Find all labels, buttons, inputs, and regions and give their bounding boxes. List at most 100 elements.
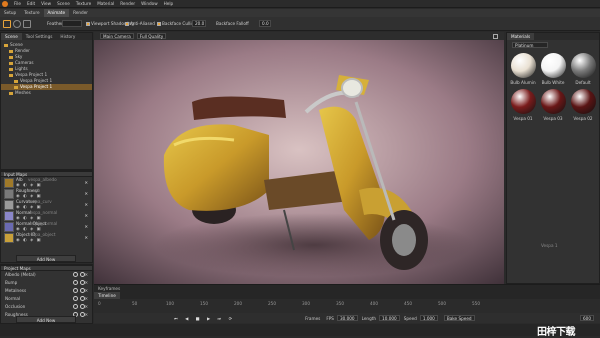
project-maps-add-button[interactable]: Add New xyxy=(16,316,76,323)
culling-value-field[interactable]: 20.0 xyxy=(192,20,206,27)
input-map-row[interactable]: Curvature vespa_curv ◉ ◐ ◈ ▣ ✕ xyxy=(1,199,92,210)
project-map-row[interactable]: Metalness ✕ xyxy=(1,287,92,295)
tab-history[interactable]: History xyxy=(56,33,79,40)
menu-edit[interactable]: Edit xyxy=(24,1,38,6)
folder-icon xyxy=(4,43,8,47)
input-maps-add-button[interactable]: Add New xyxy=(16,255,76,262)
tab-scene[interactable]: Scene xyxy=(1,33,22,40)
texture-thumbnail[interactable] xyxy=(4,232,14,243)
tab-keyframes[interactable]: Keyframes xyxy=(94,285,124,292)
remove-map-icon[interactable]: ✕ xyxy=(84,235,88,240)
material-swatch[interactable] xyxy=(541,89,566,114)
frame-field[interactable]: 600 xyxy=(580,315,594,321)
timeline-ruler[interactable]: 0 50 100 150 200 250 300 350 400 450 500 550 xyxy=(98,301,498,309)
texture-thumbnail[interactable] xyxy=(4,188,14,199)
menu-help[interactable]: Help xyxy=(161,1,177,6)
material-filter-dropdown[interactable]: Platinum xyxy=(512,42,548,48)
render-canvas[interactable] xyxy=(94,40,504,284)
tab-timeline[interactable]: Timeline xyxy=(94,292,120,299)
channel-icons[interactable]: ◉ ◐ ◈ ▣ xyxy=(16,204,41,209)
quality-dropdown[interactable]: Full Quality xyxy=(136,33,167,39)
menu-texture[interactable]: Texture xyxy=(73,1,94,6)
fps-field[interactable]: 30.000 xyxy=(336,315,358,321)
remove-map-icon[interactable]: ✕ xyxy=(84,295,88,303)
tab-texture[interactable]: Texture xyxy=(20,9,43,17)
channel-icons[interactable]: ◉ ◐ ◈ ▣ xyxy=(16,193,41,198)
material-swatch[interactable] xyxy=(571,89,596,114)
remove-map-icon[interactable]: ✕ xyxy=(84,311,88,319)
input-map-row[interactable]: Object ID vespa_object ◉ ◐ ◈ ▣ ✕ xyxy=(1,232,92,243)
scene-tree-label: Lights xyxy=(15,66,28,71)
bake-speed-button[interactable]: Bake Speed xyxy=(443,315,475,321)
menu-render[interactable]: Render xyxy=(117,1,138,6)
tab-setup[interactable]: Setup xyxy=(0,9,20,17)
remove-map-icon[interactable]: ✕ xyxy=(84,202,88,207)
project-map-row[interactable]: Bump ✕ xyxy=(1,279,92,287)
input-map-row[interactable]: Normal Object vespa_normal ◉ ◐ ◈ ▣ ✕ xyxy=(1,221,92,232)
tool-toolbar: Feather Viewport Shadowing Anti-Aliased … xyxy=(0,17,600,31)
visibility-icon[interactable] xyxy=(73,272,78,277)
channel-icons[interactable]: ◉ ◐ ◈ ▣ xyxy=(16,182,41,187)
feather-field[interactable] xyxy=(62,20,82,27)
remove-map-icon[interactable]: ✕ xyxy=(84,180,88,185)
camera-dropdown[interactable]: Main Camera xyxy=(100,33,134,39)
visibility-icon[interactable] xyxy=(73,304,78,309)
texture-thumbnail[interactable] xyxy=(4,199,14,210)
tab-render[interactable]: Render xyxy=(69,9,92,17)
remove-map-icon[interactable]: ✕ xyxy=(84,271,88,279)
menu-view[interactable]: View xyxy=(38,1,54,6)
material-label: Vespa 02 xyxy=(573,116,593,121)
maximize-icon[interactable] xyxy=(493,33,498,39)
input-map-row[interactable]: Roughness rough ◉ ◐ ◈ ▣ ✕ xyxy=(1,188,92,199)
menu-window[interactable]: Window xyxy=(138,1,161,6)
project-maps-panel: Project Maps Albedo (Metal) ✕ Bump ✕ Metalne… xyxy=(0,264,93,324)
remove-map-icon[interactable]: ✕ xyxy=(84,287,88,295)
scene-tree-label: Sky xyxy=(15,54,23,59)
folder-icon xyxy=(9,91,13,95)
playback-controls[interactable]: ⏮ ◀ ■ ▶ ⏭ ⟳ xyxy=(174,316,235,321)
anti-aliased-checkbox[interactable] xyxy=(125,22,129,26)
menu-file[interactable]: File xyxy=(11,1,24,6)
project-map-row[interactable]: Normal ✕ xyxy=(1,295,92,303)
material-swatch[interactable] xyxy=(571,53,596,78)
viewport-shadowing-checkbox[interactable] xyxy=(86,22,90,26)
remove-map-icon[interactable]: ✕ xyxy=(84,224,88,229)
channel-icons[interactable]: ◉ ◐ ◈ ▣ xyxy=(16,237,41,242)
project-map-row[interactable]: Occlusion ✕ xyxy=(1,303,92,311)
material-swatch[interactable] xyxy=(511,89,536,114)
menu-material[interactable]: Material xyxy=(94,1,117,6)
backface-culling-checkbox[interactable] xyxy=(157,22,161,26)
material-label: Bulb White xyxy=(541,80,565,85)
visibility-icon[interactable] xyxy=(73,296,78,301)
texture-thumbnail[interactable] xyxy=(4,221,14,232)
remove-map-icon[interactable]: ✕ xyxy=(84,303,88,311)
visibility-icon[interactable] xyxy=(73,280,78,285)
tab-animate[interactable]: Animate xyxy=(43,9,70,17)
input-map-row[interactable]: Normal vespa_normal ◉ ◐ ◈ ▣ ✕ xyxy=(1,210,92,221)
length-field[interactable]: 10.000 xyxy=(379,315,400,321)
remove-map-icon[interactable]: ✕ xyxy=(84,213,88,218)
select-tool-icon[interactable] xyxy=(3,20,11,28)
grid-tool-icon[interactable] xyxy=(23,20,31,28)
texture-thumbnail[interactable] xyxy=(4,177,14,188)
project-map-row[interactable]: Albedo (Metal) ✕ xyxy=(1,271,92,279)
texture-thumbnail[interactable] xyxy=(4,210,14,221)
falloff-value-field[interactable]: 0.0 xyxy=(259,20,271,27)
speed-field[interactable]: 1.000 xyxy=(419,315,438,321)
channel-icons[interactable]: ◉ ◐ ◈ ▣ xyxy=(16,215,41,220)
menu-scene[interactable]: Scene xyxy=(54,1,73,6)
material-label: Vespa 03 xyxy=(543,116,563,121)
folder-icon xyxy=(14,79,18,83)
input-map-row[interactable]: Alb vespa_albedo ◉ ◐ ◈ ▣ ✕ xyxy=(1,177,92,188)
brush-tool-icon[interactable] xyxy=(13,20,21,28)
material-swatch[interactable] xyxy=(541,53,566,78)
remove-map-icon[interactable]: ✕ xyxy=(84,191,88,196)
visibility-icon[interactable] xyxy=(73,288,78,293)
channel-icons[interactable]: ◉ ◐ ◈ ▣ xyxy=(16,226,41,231)
tab-tool-settings[interactable]: Tool Settings xyxy=(22,33,57,40)
tab-materials[interactable]: Materials xyxy=(507,33,535,40)
scene-tree-item[interactable]: Meshes xyxy=(1,90,92,96)
remove-map-icon[interactable]: ✕ xyxy=(84,279,88,287)
material-swatch[interactable] xyxy=(511,53,536,78)
material-label: Vespa 01 xyxy=(513,116,533,121)
